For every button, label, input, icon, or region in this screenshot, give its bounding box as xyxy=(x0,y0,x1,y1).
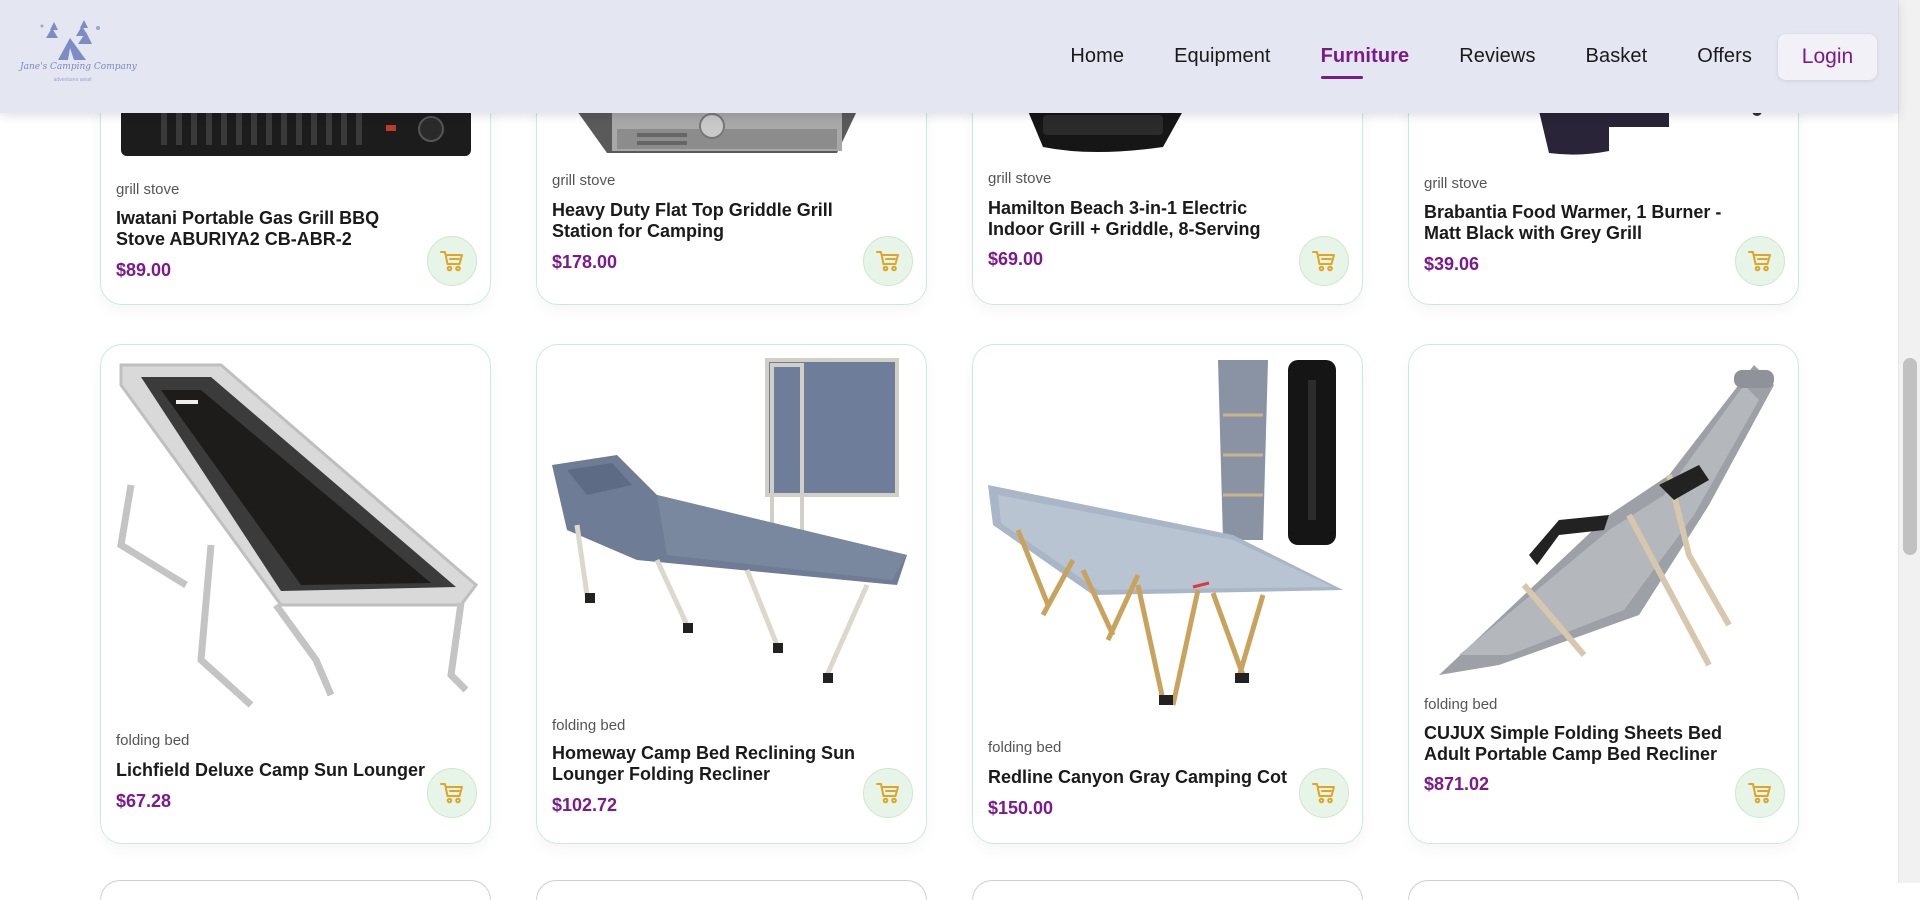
product-category: grill stove xyxy=(1424,175,1488,192)
product-card[interactable]: grill stove Iwatani Portable Gas Grill B… xyxy=(100,80,491,305)
product-price: $69.00 xyxy=(988,249,1044,269)
product-category: grill stove xyxy=(116,181,180,198)
product-category: folding bed xyxy=(1424,696,1498,713)
product-price: $178.00 xyxy=(552,252,618,272)
product-title[interactable]: Lichfield Deluxe Camp Sun Lounger xyxy=(116,760,426,781)
product-card-next-row xyxy=(1408,880,1799,900)
product-card-next-row xyxy=(536,880,927,900)
cart-icon xyxy=(1748,783,1771,804)
reclining-camp-bed-image xyxy=(537,355,926,705)
cart-icon xyxy=(876,783,899,804)
product-price: $871.02 xyxy=(1424,774,1490,794)
cart-icon xyxy=(1312,783,1335,804)
camping-tent-icon xyxy=(40,20,100,60)
product-category: folding bed xyxy=(116,732,190,749)
product-card[interactable]: grill stove Hamilton Beach 3-in-1 Electr… xyxy=(972,80,1363,305)
product-category: grill stove xyxy=(988,170,1052,187)
product-price: $89.00 xyxy=(116,260,172,280)
nav-item-basket[interactable]: Basket xyxy=(1586,45,1648,68)
cart-icon xyxy=(440,783,463,804)
add-to-cart-button[interactable] xyxy=(427,768,477,818)
product-category: grill stove xyxy=(552,172,616,189)
product-card-next-row xyxy=(100,880,491,900)
product-category: folding bed xyxy=(988,739,1062,756)
add-to-cart-button[interactable] xyxy=(1735,768,1785,818)
nav-item-reviews[interactable]: Reviews xyxy=(1459,45,1535,68)
product-card[interactable]: folding bed CUJUX Simple Folding Sheets … xyxy=(1408,344,1799,844)
cart-icon xyxy=(440,251,463,272)
login-button[interactable]: Login xyxy=(1778,33,1877,80)
product-card[interactable]: grill stove Brabantia Food Warmer, 1 Bur… xyxy=(1408,80,1799,305)
product-price: $150.00 xyxy=(988,798,1054,818)
product-title[interactable]: CUJUX Simple Folding Sheets Bed Adult Po… xyxy=(1424,723,1734,765)
product-card-next-row xyxy=(972,880,1363,900)
logo-subtext: adventures await xyxy=(53,77,92,83)
product-title[interactable]: Iwatani Portable Gas Grill BBQ Stove ABU… xyxy=(116,208,426,250)
add-to-cart-button[interactable] xyxy=(1299,236,1349,286)
nav-item-offers[interactable]: Offers xyxy=(1697,45,1752,68)
add-to-cart-button[interactable] xyxy=(863,768,913,818)
scrollbar-thumb[interactable] xyxy=(1903,358,1917,555)
product-card[interactable]: folding bed Redline Canyon Gray Camping … xyxy=(972,344,1363,844)
nav-item-equipment[interactable]: Equipment xyxy=(1174,45,1271,68)
product-card[interactable]: folding bed Homeway Camp Bed Reclining S… xyxy=(536,344,927,844)
nav-item-home[interactable]: Home xyxy=(1070,45,1124,68)
camping-cot-image xyxy=(973,355,1362,725)
cart-icon xyxy=(876,251,899,272)
product-category: folding bed xyxy=(552,717,626,734)
sun-lounger-image xyxy=(101,355,490,725)
cart-icon xyxy=(1748,251,1771,272)
add-to-cart-button[interactable] xyxy=(427,236,477,286)
add-to-cart-button[interactable] xyxy=(1299,768,1349,818)
page-scrollbar[interactable] xyxy=(1898,0,1920,883)
main-nav: Home Equipment Furniture Reviews Basket … xyxy=(1020,0,1898,113)
nav-item-furniture[interactable]: Furniture xyxy=(1320,45,1410,79)
product-title[interactable]: Heavy Duty Flat Top Griddle Grill Statio… xyxy=(552,200,862,242)
product-title[interactable]: Redline Canyon Gray Camping Cot xyxy=(988,767,1298,788)
product-title[interactable]: Homeway Camp Bed Reclining Sun Lounger F… xyxy=(552,743,862,785)
company-logo[interactable]: Jane's Camping Company adventures await xyxy=(20,20,137,90)
add-to-cart-button[interactable] xyxy=(863,236,913,286)
product-title[interactable]: Hamilton Beach 3-in-1 Electric Indoor Gr… xyxy=(988,198,1298,240)
product-title[interactable]: Brabantia Food Warmer, 1 Burner - Matt B… xyxy=(1424,202,1734,244)
add-to-cart-button[interactable] xyxy=(1735,236,1785,286)
cart-icon xyxy=(1312,251,1335,272)
folding-recliner-image xyxy=(1409,355,1798,685)
site-header: Jane's Camping Company adventures await … xyxy=(0,0,1898,113)
logo-text: Jane's Camping Company xyxy=(20,62,137,72)
product-price: $102.72 xyxy=(552,795,618,815)
product-card[interactable]: folding bed Lichfield Deluxe Camp Sun Lo… xyxy=(100,344,491,844)
product-card[interactable]: grill stove Heavy Duty Flat Top Griddle … xyxy=(536,80,927,305)
product-price: $39.06 xyxy=(1424,254,1480,274)
product-price: $67.28 xyxy=(116,791,172,811)
